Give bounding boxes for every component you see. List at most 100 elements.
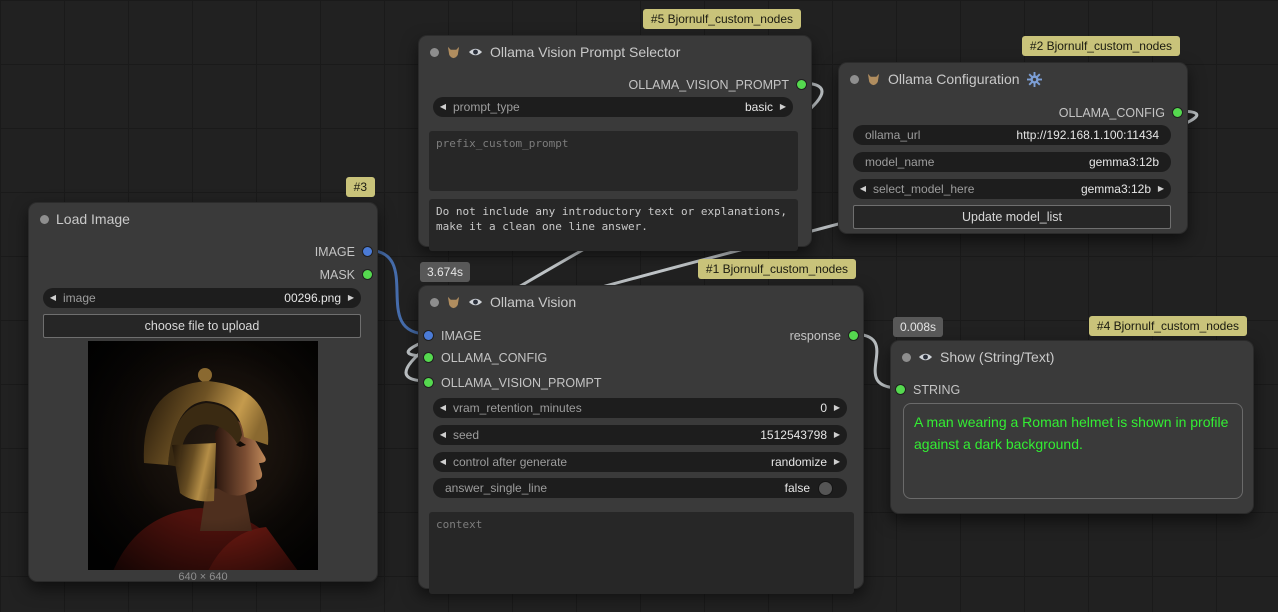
- collapse-dot-icon[interactable]: [902, 353, 911, 362]
- combo-next-icon[interactable]: ▶: [827, 425, 847, 445]
- node-badge: #1 Bjornulf_custom_nodes: [698, 259, 856, 279]
- slot-label: OLLAMA_CONFIG: [441, 351, 547, 365]
- combo-next-icon[interactable]: ▶: [827, 398, 847, 418]
- widget-label: image: [63, 291, 96, 305]
- slot-label: IMAGE: [315, 245, 355, 259]
- collapse-dot-icon[interactable]: [430, 298, 439, 307]
- node-ollama-vision[interactable]: Ollama Vision IMAGE OLLAMA_CONFIG OLLAMA…: [418, 285, 864, 589]
- graph-canvas[interactable]: Load Image IMAGE MASK ◀ image 00296.png …: [0, 0, 1278, 612]
- widget-value: 0: [820, 401, 827, 415]
- ollama-url-widget[interactable]: ollama_url http://192.168.1.100:11434: [853, 125, 1171, 145]
- control-after-generate-widget[interactable]: ◀ control after generate randomize ▶: [433, 452, 847, 472]
- output-slot-ollama-vision-prompt[interactable]: OLLAMA_VISION_PROMPT: [629, 76, 806, 93]
- widget-value: basic: [745, 100, 773, 114]
- output-slot-ollama-config[interactable]: OLLAMA_CONFIG: [1059, 104, 1182, 121]
- combo-next-icon[interactable]: ▶: [827, 452, 847, 472]
- input-dot-icon[interactable]: [424, 378, 433, 387]
- collapse-dot-icon[interactable]: [850, 75, 859, 84]
- execution-time-badge: 3.674s: [420, 262, 470, 282]
- slot-label: response: [790, 329, 841, 343]
- input-slot-ollama-config[interactable]: OLLAMA_CONFIG: [424, 349, 547, 366]
- output-slot-response[interactable]: response: [790, 327, 858, 344]
- node-badge: #3: [346, 177, 375, 197]
- slot-label: STRING: [913, 383, 960, 397]
- combo-next-icon[interactable]: ▶: [1151, 179, 1171, 199]
- widget-value: false: [785, 481, 810, 495]
- node-title-bar[interactable]: Ollama Vision Prompt Selector: [419, 36, 811, 68]
- node-title: Ollama Vision: [490, 294, 576, 310]
- node-load-image[interactable]: Load Image IMAGE MASK ◀ image 00296.png …: [28, 202, 378, 582]
- node-show-string-text[interactable]: Show (String/Text) STRING A man wearing …: [890, 340, 1254, 514]
- custom-prompt-textarea[interactable]: Do not include any introductory text or …: [429, 199, 798, 251]
- combo-prev-icon[interactable]: ◀: [433, 425, 453, 445]
- slot-label: OLLAMA_CONFIG: [1059, 106, 1165, 120]
- boolean-toggle-icon[interactable]: [818, 481, 833, 496]
- model-name-widget[interactable]: model_name gemma3:12b: [853, 152, 1171, 172]
- context-textarea[interactable]: context: [429, 512, 854, 594]
- input-dot-icon[interactable]: [896, 385, 905, 394]
- node-title-bar[interactable]: Show (String/Text): [891, 341, 1253, 373]
- execution-time-badge: 0.008s: [893, 317, 943, 337]
- select-model-combo-widget[interactable]: ◀ select_model_here gemma3:12b ▶: [853, 179, 1171, 199]
- node-badge: #2 Bjornulf_custom_nodes: [1022, 36, 1180, 56]
- slot-label: IMAGE: [441, 329, 481, 343]
- widget-value: 1512543798: [760, 428, 827, 442]
- image-size-caption: 640 × 640: [29, 571, 377, 583]
- combo-prev-icon[interactable]: ◀: [433, 97, 453, 117]
- input-dot-icon[interactable]: [424, 353, 433, 362]
- output-dot-icon[interactable]: [849, 331, 858, 340]
- widget-label: select_model_here: [873, 182, 974, 196]
- node-title-bar[interactable]: Ollama Configuration: [839, 63, 1187, 95]
- slot-label: OLLAMA_VISION_PROMPT: [441, 376, 601, 390]
- widget-label: answer_single_line: [445, 481, 547, 495]
- combo-prev-icon[interactable]: ◀: [853, 179, 873, 199]
- combo-next-icon[interactable]: ▶: [773, 97, 793, 117]
- node-title: Load Image: [56, 211, 130, 227]
- node-ollama-configuration[interactable]: Ollama Configuration: [838, 62, 1188, 234]
- collapse-dot-icon[interactable]: [40, 215, 49, 224]
- widget-label: vram_retention_minutes: [453, 401, 582, 415]
- input-slot-image[interactable]: IMAGE: [424, 327, 481, 344]
- eye-icon: [468, 297, 483, 307]
- answer-single-line-toggle-widget[interactable]: answer_single_line false: [433, 478, 847, 498]
- wolf-icon: [446, 296, 461, 309]
- node-badge: #5 Bjornulf_custom_nodes: [643, 9, 801, 29]
- widget-label: control after generate: [453, 455, 567, 469]
- combo-prev-icon[interactable]: ◀: [43, 288, 63, 308]
- input-slot-ollama-vision-prompt[interactable]: OLLAMA_VISION_PROMPT: [424, 374, 601, 391]
- node-badge: #4 Bjornulf_custom_nodes: [1089, 316, 1247, 336]
- widget-value: http://192.168.1.100:11434: [1016, 128, 1159, 142]
- output-slot-image[interactable]: IMAGE: [315, 243, 372, 260]
- node-ollama-vision-prompt-selector[interactable]: Ollama Vision Prompt Selector OLLAMA_VIS…: [418, 35, 812, 247]
- node-title-bar[interactable]: Load Image: [29, 203, 377, 235]
- wolf-icon: [866, 73, 881, 86]
- collapse-dot-icon[interactable]: [430, 48, 439, 57]
- widget-label: prompt_type: [453, 100, 520, 114]
- input-slot-string[interactable]: STRING: [896, 381, 960, 398]
- widget-label: seed: [453, 428, 479, 442]
- slot-label: MASK: [320, 268, 355, 282]
- prompt-type-combo-widget[interactable]: ◀ prompt_type basic ▶: [433, 97, 793, 117]
- image-combo-widget[interactable]: ◀ image 00296.png ▶: [43, 288, 361, 308]
- seed-widget[interactable]: ◀ seed 1512543798 ▶: [433, 425, 847, 445]
- output-dot-icon[interactable]: [797, 80, 806, 89]
- output-dot-icon[interactable]: [363, 270, 372, 279]
- roman-helmet-photo: [88, 341, 318, 570]
- node-title-bar[interactable]: Ollama Vision: [419, 286, 863, 318]
- output-dot-icon[interactable]: [363, 247, 372, 256]
- combo-next-icon[interactable]: ▶: [341, 288, 361, 308]
- eye-icon: [468, 47, 483, 57]
- vram-retention-minutes-widget[interactable]: ◀ vram_retention_minutes 0 ▶: [433, 398, 847, 418]
- combo-prev-icon[interactable]: ◀: [433, 452, 453, 472]
- node-title: Ollama Configuration: [888, 71, 1020, 87]
- combo-prev-icon[interactable]: ◀: [433, 398, 453, 418]
- update-model-list-button[interactable]: Update model_list: [853, 205, 1171, 229]
- eye-icon: [918, 352, 933, 362]
- output-slot-mask[interactable]: MASK: [320, 266, 372, 283]
- prefix-custom-prompt-textarea[interactable]: prefix_custom_prompt: [429, 131, 798, 191]
- image-preview: [88, 341, 318, 570]
- output-dot-icon[interactable]: [1173, 108, 1182, 117]
- node-title: Show (String/Text): [940, 349, 1054, 365]
- input-dot-icon[interactable]: [424, 331, 433, 340]
- choose-file-button[interactable]: choose file to upload: [43, 314, 361, 338]
